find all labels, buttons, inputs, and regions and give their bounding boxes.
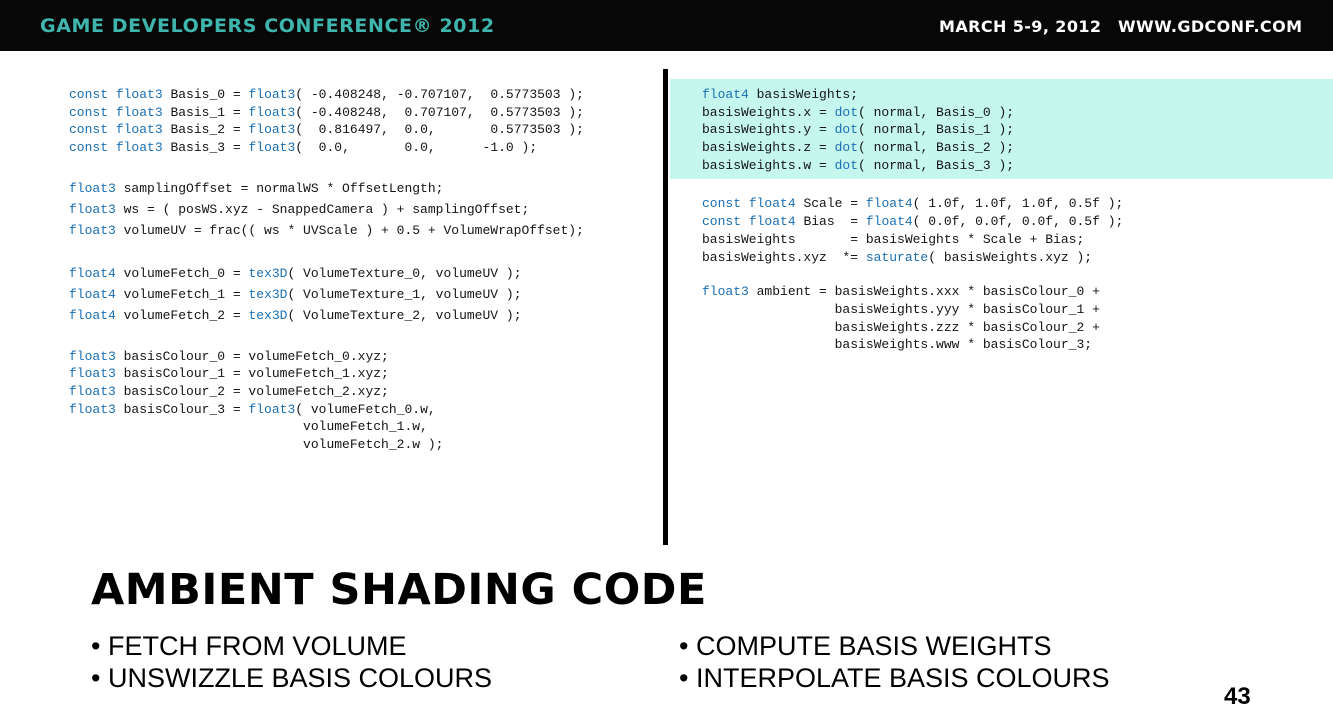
conference-title: GAME DEVELOPERS CONFERENCE® 2012 bbox=[40, 15, 495, 37]
code-line: const float4 Scale = float4( 1.0f, 1.0f,… bbox=[702, 196, 1124, 212]
code-line: float3 basisColour_1 = volumeFetch_1.xyz… bbox=[69, 366, 389, 382]
code-line: float3 ws = ( posWS.xyz - SnappedCamera … bbox=[69, 202, 530, 218]
code-line: float4 volumeFetch_1 = tex3D( VolumeText… bbox=[69, 286, 522, 302]
conference-url: WWW.GDCONF.COM bbox=[1118, 17, 1303, 36]
code-line: basisWeights.www * basisColour_3; bbox=[702, 337, 1093, 353]
code-line: float4 volumeFetch_2 = tex3D( VolumeText… bbox=[69, 308, 522, 324]
code-line: float3 basisColour_3 = float3( volumeFet… bbox=[69, 401, 436, 417]
code-block-right: float4 basisWeights; basisWeights.x = dot… bbox=[702, 86, 1123, 354]
code-line: float3 basisColour_0 = volumeFetch_0.xyz… bbox=[69, 348, 389, 364]
code-line: basisWeights.z = dot( normal, Basis_2 ); bbox=[702, 140, 1015, 156]
code-line: basisWeights.y = dot( normal, Basis_1 ); bbox=[702, 122, 1015, 138]
code-line: float4 basisWeights; bbox=[702, 87, 859, 102]
code-line: const float4 Bias = float4( 0.0f, 0.0f, … bbox=[702, 214, 1124, 230]
code-line: const float3 Basis_0 = float3( -0.408248… bbox=[69, 87, 584, 102]
page-number: 43 bbox=[1224, 683, 1251, 707]
code-line: basisWeights = basisWeights * Scale + Bi… bbox=[702, 231, 1085, 247]
code-line: float3 volumeUV = frac(( ws * UVScale ) … bbox=[69, 223, 584, 239]
code-block-left: const float3 Basis_0 = float3( -0.408248… bbox=[69, 86, 584, 454]
code-line: float4 volumeFetch_0 = tex3D( VolumeText… bbox=[69, 265, 522, 281]
slide: GAME DEVELOPERS CONFERENCE® 2012 MARCH 5… bbox=[0, 0, 1333, 707]
code-line: volumeFetch_2.w ); bbox=[69, 436, 444, 452]
code-line: const float3 Basis_1 = float3( -0.408248… bbox=[69, 104, 584, 120]
slide-title: AMBIENT SHADING CODE bbox=[91, 565, 707, 615]
code-line: float3 basisColour_2 = volumeFetch_2.xyz… bbox=[69, 383, 389, 399]
code-line: basisWeights.yyy * basisColour_1 + bbox=[702, 301, 1100, 317]
code-line: basisWeights.xyz *= saturate( basisWeigh… bbox=[702, 249, 1093, 265]
conference-dates: MARCH 5-9, 2012 bbox=[939, 17, 1102, 36]
code-line: basisWeights.w = dot( normal, Basis_3 ); bbox=[702, 157, 1015, 173]
bullet-list-right: • COMPUTE BASIS WEIGHTS • INTERPOLATE BA… bbox=[679, 630, 1110, 694]
bullet-item: • FETCH FROM VOLUME bbox=[91, 631, 407, 661]
code-line: volumeFetch_1.w, bbox=[69, 419, 428, 435]
bullet-list-left: • FETCH FROM VOLUME • UNSWIZZLE BASIS CO… bbox=[91, 630, 492, 694]
code-line: float3 ambient = basisWeights.xxx * basi… bbox=[702, 284, 1100, 300]
code-line: float3 samplingOffset = normalWS * Offse… bbox=[69, 180, 444, 196]
bullet-item: • UNSWIZZLE BASIS COLOURS bbox=[91, 663, 493, 693]
code-line: basisWeights.zzz * basisColour_2 + bbox=[702, 319, 1100, 335]
column-divider bbox=[663, 69, 668, 545]
code-line: basisWeights.x = dot( normal, Basis_0 ); bbox=[702, 104, 1015, 120]
bullet-item: • INTERPOLATE BASIS COLOURS bbox=[679, 663, 1110, 693]
code-line: const float3 Basis_2 = float3( 0.816497,… bbox=[69, 122, 584, 138]
header-bar: GAME DEVELOPERS CONFERENCE® 2012 MARCH 5… bbox=[0, 0, 1333, 51]
bullet-item: • COMPUTE BASIS WEIGHTS bbox=[679, 631, 1052, 661]
code-line: const float3 Basis_3 = float3( 0.0, 0.0,… bbox=[69, 140, 538, 156]
